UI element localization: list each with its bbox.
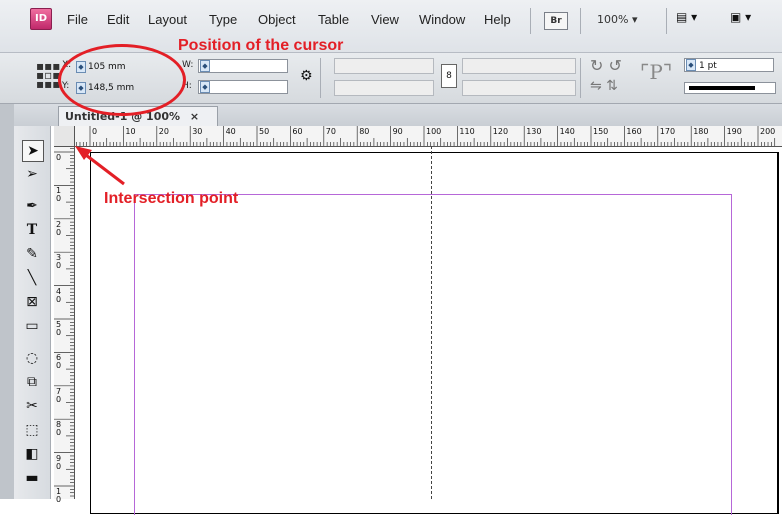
ruler-h-tick-label: 80	[359, 127, 370, 136]
ruler-v-tick-label: 1 0	[56, 487, 62, 504]
ruler-h-tick-label: 130	[526, 127, 542, 136]
ruler-v-labels: 0 1 0 2 0 3 0 4 0 5 0 6 0 7 0 8 0 9 0 1 0	[56, 146, 66, 504]
shear-angle-field[interactable]	[462, 80, 576, 96]
indesign-logo-icon: ID	[30, 8, 52, 30]
pen-tool-icon[interactable]: ✒	[22, 196, 42, 216]
menu-separator	[530, 8, 531, 34]
ruler-v-tick-label: 5 0	[56, 320, 62, 337]
h-spinner-icon[interactable]: ◆	[200, 81, 210, 93]
note-tool-icon[interactable]: ▬	[22, 468, 42, 488]
margin-guide	[134, 194, 732, 515]
ruler-h-tick-label: 30	[192, 127, 203, 136]
cursor-vertical-guide	[431, 146, 432, 499]
rectangle-frame-tool-icon[interactable]: ⊠	[22, 292, 42, 312]
pencil-tool-icon[interactable]: ✎	[22, 244, 42, 264]
ruler-v-tick-label: 9 0	[56, 453, 62, 471]
menu-type[interactable]: Type	[209, 12, 237, 27]
w-label: W:	[182, 60, 194, 70]
ruler-v-tick-label: 3 0	[56, 253, 62, 271]
gradient-feather-tool-icon[interactable]: ⬚	[22, 420, 42, 440]
ruler-h-tick-label: 10	[125, 127, 136, 136]
arrange-documents-icon[interactable]: ▣ ▾	[730, 10, 770, 28]
menu-window[interactable]: Window	[419, 12, 465, 27]
zoom-level-dropdown[interactable]: 100% ▾	[597, 13, 637, 26]
ruler-h-tick-label: 20	[158, 127, 169, 136]
ruler-h-tick-label: 160	[626, 127, 642, 136]
menu-separator	[666, 8, 667, 34]
ruler-h-tick-label: 150	[593, 127, 609, 136]
ruler-h-tick-label: 90	[392, 127, 403, 136]
intersection-point-annotation: Intersection point	[104, 190, 239, 207]
ruler-h-tick-label: 40	[225, 127, 236, 136]
ruler-h-tick-label: 60	[292, 127, 303, 136]
ruler-v-tick-label: 4 0	[56, 286, 62, 304]
menu-edit[interactable]: Edit	[107, 12, 129, 27]
control-separator	[320, 58, 321, 98]
type-tool-icon[interactable]: T	[22, 220, 42, 240]
ruler-v-tick-label: 7 0	[56, 386, 62, 404]
ruler-h-tick-label: 180	[693, 127, 709, 136]
ruler-h-tick-label: 100	[426, 127, 442, 136]
cursor-position-highlight-circle	[58, 44, 186, 116]
stroke-type-dropdown[interactable]	[684, 82, 776, 94]
ruler-v-tick-label: 2 0	[56, 219, 62, 237]
ruler-h-labels: 0 10 20 30 40 50 60 70 80 90 100 110 120 130 140 150 160…	[0, 127, 782, 139]
screen-mode-icon[interactable]: ▤ ▾	[676, 10, 706, 28]
menu-object[interactable]: Object	[258, 12, 296, 27]
menu-help[interactable]: Help	[484, 12, 511, 27]
ruler-v-tick-label: 8 0	[56, 420, 62, 438]
gradient-swatch-tool-icon[interactable]: ◧	[22, 444, 42, 464]
ruler-h-tick-label: 110	[459, 127, 475, 136]
ruler-origin-corner[interactable]	[54, 126, 75, 147]
ruler-h-tick-label: 0	[92, 127, 98, 136]
ruler-h-tick-label: 120	[492, 127, 509, 136]
rotation-angle-field[interactable]	[462, 58, 576, 74]
menu-table[interactable]: Table	[318, 12, 349, 27]
constrain-scale-icon[interactable]: 8	[441, 64, 457, 88]
ruler-h-tick-label: 170	[659, 127, 676, 136]
menu-separator	[580, 8, 581, 34]
ruler-h-tick-label: 200	[760, 127, 776, 136]
type-on-path-icon[interactable]: ⌜P⌝	[640, 60, 672, 84]
ruler-h-tick-label: 50	[259, 127, 270, 136]
menu-layout[interactable]: Layout	[148, 12, 187, 27]
stroke-weight-field[interactable]: 1 pt	[684, 58, 774, 72]
scissors-tool-icon[interactable]: ✂	[22, 396, 42, 416]
constrain-proportions-icon[interactable]: ⚙	[300, 68, 313, 84]
selection-tool-icon[interactable]: ➤	[22, 140, 44, 162]
tab-close-icon[interactable]: ×	[190, 110, 199, 123]
cursor-position-annotation: Position of the cursor	[178, 37, 344, 54]
flip-icon[interactable]: ⇋ ⇅	[590, 78, 618, 94]
direct-selection-tool-icon[interactable]: ➢	[22, 164, 42, 184]
menu-view[interactable]: View	[371, 12, 399, 27]
ruler-v-tick-label: 1 0	[56, 186, 62, 204]
control-separator	[580, 58, 581, 98]
ruler-v-tick-label: 0	[56, 153, 62, 162]
rectangle-tool-icon[interactable]: ▭	[22, 316, 42, 336]
ruler-h-tick-label: 70	[325, 127, 336, 136]
rotate-tool-icon[interactable]: ◌	[22, 348, 42, 368]
scale-x-field[interactable]	[334, 58, 434, 74]
menu-file[interactable]: File	[67, 12, 88, 27]
stroke-spinner-icon[interactable]: ◆	[686, 59, 696, 71]
reference-point-icon[interactable]: ▪▪▪ ▪▫▪ ▪▪▪	[36, 60, 60, 90]
w-spinner-icon[interactable]: ◆	[200, 60, 210, 72]
bridge-button[interactable]: Br	[544, 12, 568, 30]
line-tool-icon[interactable]: ╲	[22, 268, 42, 288]
rotate-icon[interactable]: ↻ ↺	[590, 56, 622, 75]
width-field[interactable]	[198, 59, 288, 73]
collapsed-panel-strip[interactable]	[0, 104, 14, 499]
free-transform-tool-icon[interactable]: ⧉	[22, 372, 42, 392]
ruler-v-tick-label: 6 0	[56, 353, 62, 371]
height-field[interactable]	[198, 80, 288, 94]
ruler-h-tick-label: 140	[559, 127, 575, 136]
scale-y-field[interactable]	[334, 80, 434, 96]
ruler-h-tick-label: 190	[726, 127, 742, 136]
